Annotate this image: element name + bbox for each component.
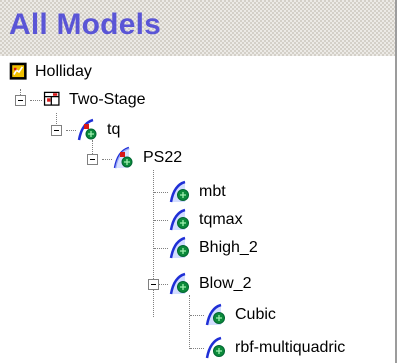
model-curve-icon — [169, 272, 189, 295]
tree-node-bhigh[interactable]: Bhigh_2 — [168, 234, 258, 262]
tree-node-label: Bhigh_2 — [199, 239, 258, 256]
tree-connector — [190, 348, 204, 349]
project-icon — [9, 62, 27, 80]
tree-node-label: tqmax — [199, 211, 243, 228]
collapse-blow-toggle[interactable] — [148, 279, 159, 290]
model-curve-icon — [169, 236, 189, 259]
panel-header: All Models — [0, 0, 395, 56]
collapse-tq-toggle[interactable] — [51, 125, 62, 136]
tree-node-two-stage[interactable]: Two-Stage — [42, 86, 145, 114]
tree-node-label: mbt — [199, 183, 226, 200]
tree-node-label: tq — [107, 121, 121, 138]
tree-node-rbf-multiquadric[interactable]: rbf-multiquadric — [204, 334, 345, 362]
tree-connector — [66, 130, 76, 131]
collapse-ps22-toggle[interactable] — [87, 154, 98, 165]
tree-node-label: rbf-multiquadric — [235, 339, 346, 356]
tree-node-ps22[interactable]: PS22 — [112, 144, 182, 172]
model-curve-icon — [205, 303, 225, 326]
tree-node-mbt[interactable]: mbt — [168, 178, 226, 206]
tree-connector — [154, 248, 168, 249]
model-curve-icon — [205, 336, 225, 359]
models-panel: All Models Holliday Two-Stage tq PS22 mb… — [0, 0, 397, 363]
tree-connector — [154, 220, 168, 221]
two-stage-model-icon — [43, 91, 60, 106]
tree-node-label: Blow_2 — [199, 275, 252, 292]
tree-node-label: Cubic — [235, 306, 276, 323]
tree-connector — [190, 315, 204, 316]
tree-node-holliday[interactable]: Holliday — [8, 58, 92, 86]
tree-node-tq[interactable]: tq — [76, 116, 120, 144]
tree-node-tqmax[interactable]: tqmax — [168, 206, 243, 234]
panel-title: All Models — [9, 8, 162, 41]
collapse-two-stage-toggle[interactable] — [15, 95, 26, 106]
tree-node-cubic[interactable]: Cubic — [204, 301, 276, 329]
tree-connector — [158, 284, 168, 285]
model-curve-icon — [169, 180, 189, 203]
tree-connector — [30, 100, 42, 101]
tree-node-label: Holliday — [35, 63, 92, 80]
response-model-icon — [77, 118, 97, 141]
model-tree[interactable]: Holliday Two-Stage tq PS22 mbt tqmax Bhi… — [0, 56, 395, 363]
tree-connector — [189, 295, 190, 349]
response-model-icon — [113, 146, 133, 169]
model-curve-icon — [169, 208, 189, 231]
tree-connector — [154, 192, 168, 193]
tree-connector — [102, 159, 112, 160]
tree-node-label: PS22 — [143, 149, 183, 166]
tree-node-blow[interactable]: Blow_2 — [168, 270, 251, 298]
tree-node-label: Two-Stage — [69, 91, 146, 108]
